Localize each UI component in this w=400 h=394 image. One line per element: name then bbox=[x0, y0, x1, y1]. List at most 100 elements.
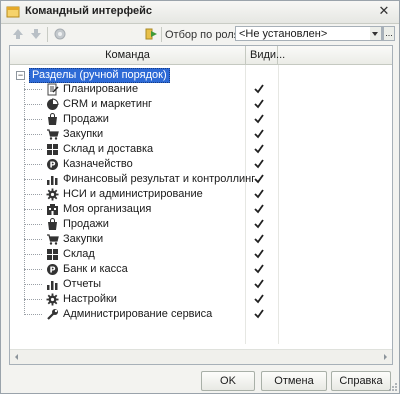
tree-item-label: Казначейство bbox=[63, 158, 133, 170]
tree-root-row[interactable]: − Разделы (ручной порядок) bbox=[10, 67, 392, 83]
tree-item-row[interactable]: Моя организация bbox=[10, 202, 392, 217]
visible-checkbox[interactable] bbox=[254, 204, 264, 214]
tree-item-label: Планирование bbox=[63, 83, 139, 95]
tree-item-label: Закупки bbox=[63, 128, 104, 140]
app-icon bbox=[6, 6, 20, 18]
toolbar-separator bbox=[161, 27, 162, 42]
tree-item-label: Закупки bbox=[63, 233, 104, 245]
visible-checkbox[interactable] bbox=[254, 234, 264, 244]
column-header-command[interactable]: Команда bbox=[10, 46, 246, 64]
tree-item-row[interactable]: Склад и доставка bbox=[10, 142, 392, 157]
refresh-icon[interactable] bbox=[53, 27, 67, 41]
grid-body: − Разделы (ручной порядок) Планирование C… bbox=[10, 65, 392, 344]
apply-filter-icon[interactable] bbox=[145, 27, 159, 41]
tree-connector bbox=[24, 89, 42, 90]
wrench-icon bbox=[47, 309, 58, 320]
tree-item-label: Банк и касса bbox=[63, 263, 128, 275]
tree-item-row[interactable]: Продажи bbox=[10, 217, 392, 232]
tree-item-row[interactable]: P Банк и касса bbox=[10, 262, 392, 277]
move-up-icon[interactable] bbox=[11, 27, 25, 41]
column-header-visible[interactable]: Види... bbox=[246, 46, 285, 64]
crm-icon bbox=[47, 98, 59, 110]
tree-connector bbox=[24, 284, 42, 285]
scroll-left-icon[interactable] bbox=[12, 352, 22, 362]
tree-connector bbox=[24, 224, 42, 225]
bar-chart-icon bbox=[47, 281, 58, 290]
tree-item-row[interactable]: P Казначейство bbox=[10, 157, 392, 172]
close-icon[interactable]: ✕ bbox=[377, 4, 391, 18]
tree-item-row[interactable]: Отчеты bbox=[10, 277, 392, 292]
commands-grid: Команда Види... − Разделы (ручной порядо… bbox=[9, 45, 393, 365]
visible-checkbox[interactable] bbox=[254, 129, 264, 139]
tree-item-row[interactable]: Продажи bbox=[10, 112, 392, 127]
svg-text:P: P bbox=[50, 266, 56, 275]
tree-connector bbox=[24, 119, 42, 120]
tree-item-label: Отчеты bbox=[63, 278, 102, 290]
tree-connector bbox=[24, 104, 42, 105]
move-down-icon[interactable] bbox=[29, 27, 43, 41]
visible-checkbox[interactable] bbox=[254, 219, 264, 229]
grid-header: Команда Види... bbox=[10, 46, 392, 65]
tree-connector bbox=[24, 164, 42, 165]
tree-item-label: Склад и доставка bbox=[63, 143, 154, 155]
toolbar: Отбор по ролям: <Не установлен> ... bbox=[1, 24, 399, 45]
visible-checkbox[interactable] bbox=[254, 249, 264, 259]
cancel-button[interactable]: Отмена bbox=[261, 371, 327, 391]
tree-connector bbox=[24, 269, 42, 270]
tree-item-row[interactable]: НСИ и администрирование bbox=[10, 187, 392, 202]
ok-button[interactable]: OK bbox=[201, 371, 255, 391]
visible-checkbox[interactable] bbox=[254, 189, 264, 199]
planning-icon bbox=[47, 83, 59, 96]
horizontal-scrollbar[interactable] bbox=[10, 349, 392, 364]
role-filter-field[interactable]: <Не установлен> bbox=[235, 26, 383, 41]
tree-connector bbox=[24, 149, 42, 150]
tree-item-label: Настройки bbox=[63, 293, 117, 305]
bar-chart-icon bbox=[47, 176, 58, 185]
tree-item-row[interactable]: Закупки bbox=[10, 232, 392, 247]
scroll-right-icon[interactable] bbox=[380, 352, 390, 362]
tree-item-label: Продажи bbox=[63, 113, 109, 125]
command-interface-window: Командный интерфейс ✕ Отбор по ролям: <Н… bbox=[0, 0, 400, 394]
tree-connector bbox=[24, 194, 42, 195]
tree-root-label[interactable]: Разделы (ручной порядок) bbox=[29, 68, 170, 83]
sales-bag-icon bbox=[48, 113, 57, 125]
visible-checkbox[interactable] bbox=[254, 114, 264, 124]
treasury-icon: P bbox=[47, 159, 58, 170]
tree-item-label: Администрирование сервиса bbox=[63, 308, 213, 320]
visible-checkbox[interactable] bbox=[254, 294, 264, 304]
warehouse-icon bbox=[47, 249, 58, 260]
visible-checkbox[interactable] bbox=[254, 174, 264, 184]
role-filter-select-button[interactable]: ... bbox=[383, 26, 395, 41]
visible-checkbox[interactable] bbox=[254, 144, 264, 154]
tree-item-row[interactable]: CRM и маркетинг bbox=[10, 97, 392, 112]
warehouse-icon bbox=[47, 144, 58, 155]
tree-item-label: Склад bbox=[63, 248, 95, 260]
tree-item-row[interactable]: Администрирование сервиса bbox=[10, 307, 392, 322]
tree-item-row[interactable]: Склад bbox=[10, 247, 392, 262]
visible-checkbox[interactable] bbox=[254, 99, 264, 109]
gear-icon bbox=[46, 293, 59, 306]
window-title: Командный интерфейс bbox=[25, 5, 152, 17]
visible-checkbox[interactable] bbox=[254, 264, 264, 274]
tree-connector bbox=[24, 299, 42, 300]
visible-checkbox[interactable] bbox=[254, 279, 264, 289]
tree-item-row[interactable]: Планирование bbox=[10, 82, 392, 97]
tree-item-row[interactable]: Настройки bbox=[10, 292, 392, 307]
visible-checkbox[interactable] bbox=[254, 159, 264, 169]
title-bar[interactable]: Командный интерфейс ✕ bbox=[1, 1, 399, 24]
tree-item-label: НСИ и администрирование bbox=[63, 188, 203, 200]
help-button[interactable]: Справка bbox=[331, 371, 391, 391]
tree-item-label: Продажи bbox=[63, 218, 109, 230]
visible-checkbox[interactable] bbox=[254, 84, 264, 94]
collapse-icon[interactable]: − bbox=[16, 71, 25, 80]
visible-checkbox[interactable] bbox=[254, 309, 264, 319]
resize-grip-icon[interactable] bbox=[388, 382, 398, 392]
tree-item-label: CRM и маркетинг bbox=[63, 98, 153, 110]
toolbar-separator bbox=[47, 27, 48, 42]
tree-item-row[interactable]: Финансовый результат и контроллинг bbox=[10, 172, 392, 187]
treasury-icon: P bbox=[47, 264, 58, 275]
role-filter-dropdown[interactable] bbox=[370, 26, 382, 41]
tree-item-row[interactable]: Закупки bbox=[10, 127, 392, 142]
tree-item-label: Моя организация bbox=[63, 203, 152, 215]
tree-connector bbox=[24, 239, 42, 240]
